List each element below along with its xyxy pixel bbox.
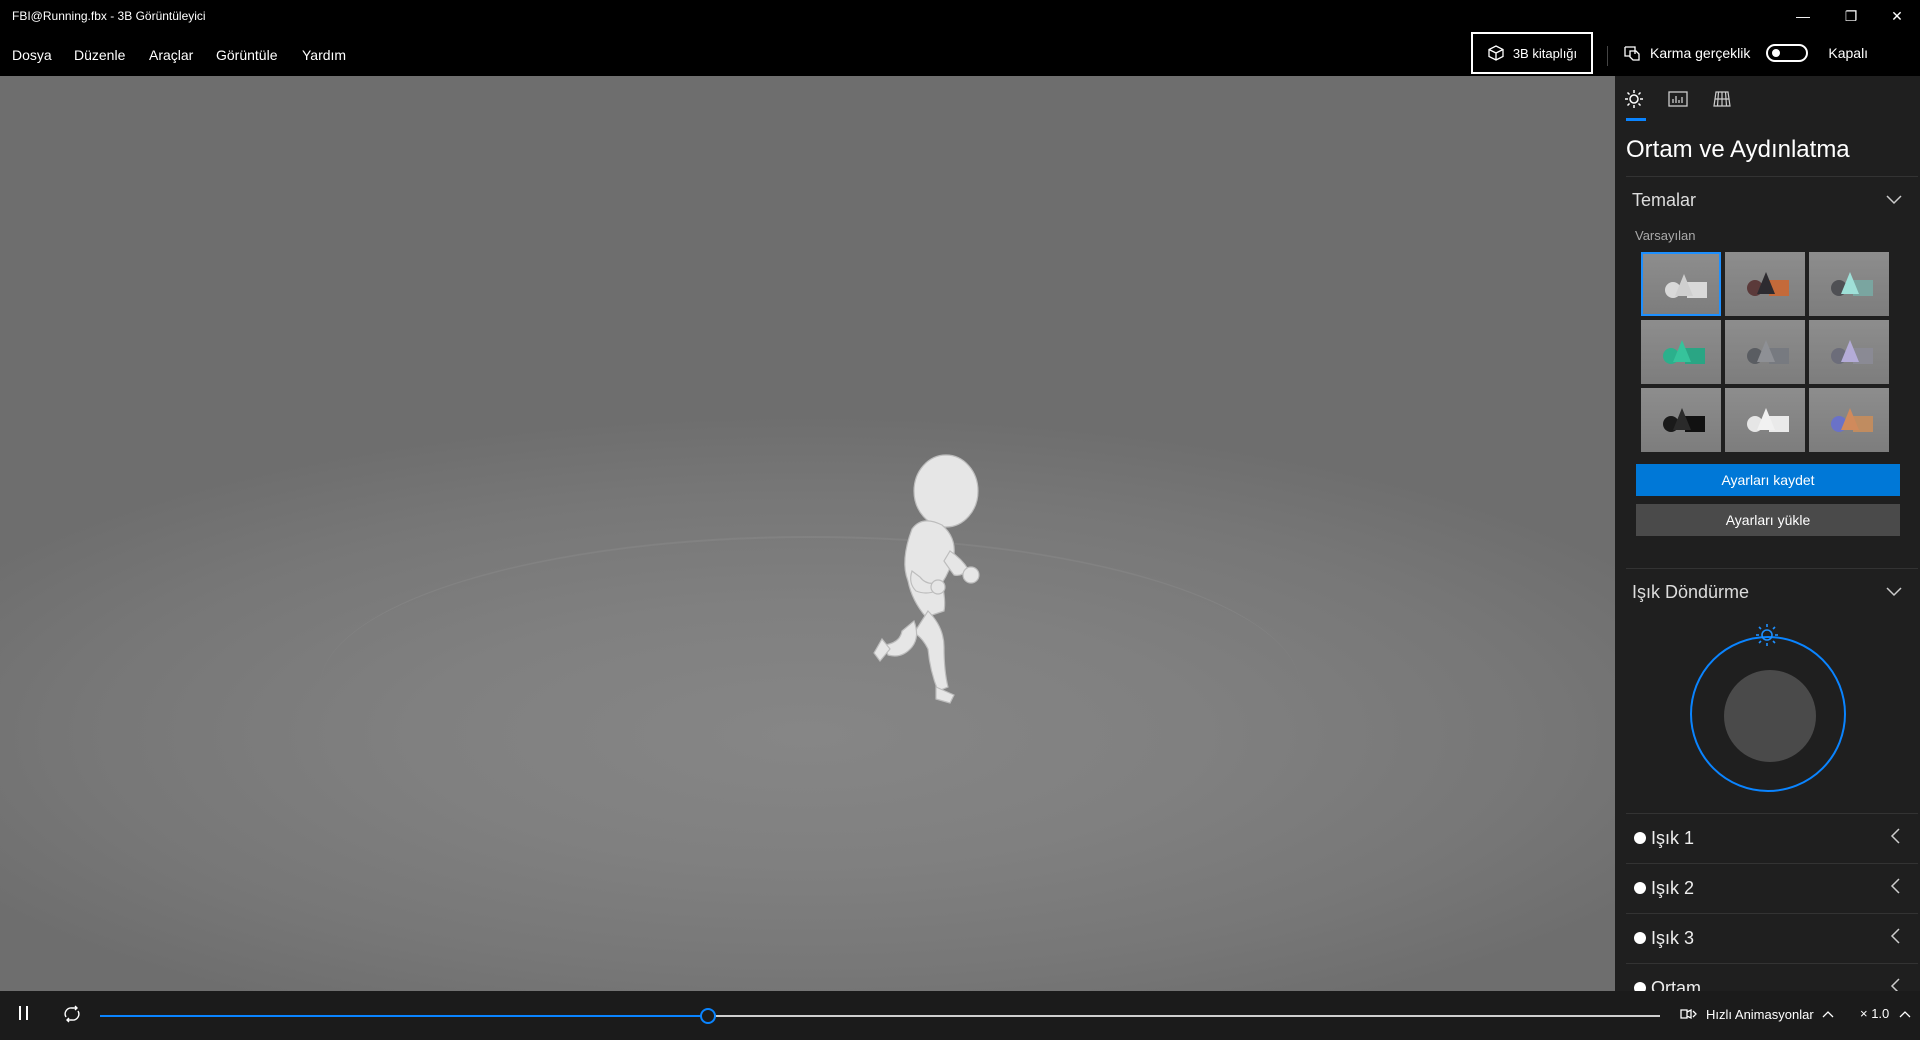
chevron-left-icon bbox=[1890, 878, 1900, 899]
light-3-label: Işık 3 bbox=[1651, 928, 1695, 948]
theme-thumbnail[interactable] bbox=[1809, 320, 1889, 384]
load-settings-button[interactable]: Ayarları yükle bbox=[1636, 504, 1900, 536]
theme-cone bbox=[1841, 272, 1859, 294]
menu-goruntule[interactable]: Görüntüle bbox=[216, 47, 277, 63]
animation-bar: Hızlı Animasyonlar × 1.0 bbox=[0, 991, 1920, 1040]
menu-dosya[interactable]: Dosya bbox=[12, 47, 52, 63]
theme-thumbnail[interactable] bbox=[1809, 252, 1889, 316]
tab-stats[interactable] bbox=[1667, 88, 1689, 110]
light-rotation-title: Işık Döndürme bbox=[1632, 582, 1750, 602]
sun-icon bbox=[1625, 90, 1643, 108]
side-panel: Ortam ve Aydınlatma Temalar Varsayılan A… bbox=[1615, 76, 1920, 991]
running-figure-icon bbox=[1680, 1008, 1697, 1020]
light-handle-sun-icon[interactable] bbox=[1754, 622, 1780, 648]
pause-icon bbox=[19, 1006, 28, 1020]
light-2-label: Işık 2 bbox=[1651, 878, 1695, 898]
theme-thumbnail[interactable] bbox=[1641, 252, 1721, 316]
theme-grid bbox=[1641, 252, 1889, 452]
quick-animations-button[interactable]: Hızlı Animasyonlar bbox=[1678, 1006, 1834, 1022]
ambient-color-dot bbox=[1634, 982, 1646, 991]
active-tab-indicator bbox=[1626, 118, 1646, 121]
tab-environment[interactable] bbox=[1623, 88, 1645, 110]
restore-button[interactable]: ❐ bbox=[1828, 0, 1874, 32]
close-icon: ✕ bbox=[1891, 7, 1903, 24]
menu-separator bbox=[1607, 46, 1608, 66]
divider bbox=[1626, 176, 1918, 177]
light-row-2[interactable]: Işık 2 bbox=[1626, 863, 1918, 914]
minimize-button[interactable]: — bbox=[1780, 0, 1826, 32]
light-row-ambient[interactable]: Ortam bbox=[1626, 963, 1918, 991]
quick-animations-label: Hızlı Animasyonlar bbox=[1706, 1006, 1814, 1022]
loop-button[interactable] bbox=[62, 1005, 82, 1028]
theme-thumbnail[interactable] bbox=[1725, 320, 1805, 384]
theme-cone bbox=[1841, 340, 1859, 362]
menu-araclar[interactable]: Araçlar bbox=[149, 47, 193, 63]
3d-library-label: 3B kitaplığı bbox=[1512, 45, 1578, 61]
chevron-up-icon bbox=[1899, 1011, 1911, 1018]
minimize-icon: — bbox=[1796, 8, 1810, 24]
light-1-label: Işık 1 bbox=[1651, 828, 1695, 848]
theme-thumbnail[interactable] bbox=[1641, 320, 1721, 384]
divider bbox=[1626, 568, 1918, 569]
light-1-color-dot bbox=[1634, 832, 1646, 844]
chevron-up-icon bbox=[1822, 1011, 1834, 1018]
floor-horizon bbox=[320, 536, 1300, 838]
toggle-knob bbox=[1772, 49, 1781, 57]
theme-thumbnail[interactable] bbox=[1725, 388, 1805, 452]
playback-speed-button[interactable]: × 1.0 bbox=[1860, 1006, 1911, 1021]
toggle-state-label: Kapalı bbox=[1828, 45, 1869, 61]
save-settings-button[interactable]: Ayarları kaydet bbox=[1636, 464, 1900, 496]
3d-viewport[interactable] bbox=[0, 76, 1615, 991]
theme-thumbnail[interactable] bbox=[1809, 388, 1889, 452]
light-rotation-sphere bbox=[1724, 670, 1816, 762]
mixed-reality-label: Karma gerçeklik bbox=[1650, 45, 1751, 61]
ambient-label: Ortam bbox=[1651, 978, 1702, 991]
theme-cone bbox=[1675, 274, 1693, 296]
theme-cone bbox=[1757, 408, 1775, 430]
window-title: FBI@Running.fbx - 3B Görüntüleyici bbox=[12, 9, 206, 23]
theme-cone bbox=[1673, 408, 1691, 430]
theme-thumbnail[interactable] bbox=[1641, 388, 1721, 452]
running-character-model bbox=[873, 454, 980, 704]
loop-icon bbox=[64, 1005, 80, 1023]
timeline-progress bbox=[100, 1015, 709, 1017]
chevron-left-icon bbox=[1890, 978, 1900, 991]
cube-icon bbox=[1488, 45, 1504, 61]
panel-tabs bbox=[1623, 88, 1733, 110]
light-3-color-dot bbox=[1634, 932, 1646, 944]
light-2-color-dot bbox=[1634, 882, 1646, 894]
chevron-left-icon bbox=[1890, 828, 1900, 849]
mixed-reality-toggle[interactable] bbox=[1766, 44, 1809, 62]
3d-library-button[interactable]: 3B kitaplığı bbox=[1471, 32, 1593, 74]
pause-button[interactable] bbox=[18, 1005, 30, 1026]
menu-yardim[interactable]: Yardım bbox=[302, 47, 346, 63]
mixed-reality-toggle-group: Karma gerçeklik Kapalı bbox=[1622, 44, 1868, 62]
theme-cone bbox=[1757, 272, 1775, 294]
restore-icon: ❐ bbox=[1844, 7, 1858, 24]
title-bar: FBI@Running.fbx - 3B Görüntüleyici — ❐ ✕ bbox=[0, 0, 1920, 32]
panel-title: Ortam ve Aydınlatma bbox=[1626, 136, 1850, 163]
theme-thumbnail[interactable] bbox=[1725, 252, 1805, 316]
chevron-down-icon bbox=[1886, 192, 1902, 208]
light-row-3[interactable]: Işık 3 bbox=[1626, 913, 1918, 964]
chevron-left-icon bbox=[1890, 928, 1900, 949]
themes-subtitle: Varsayılan bbox=[1635, 228, 1696, 243]
tab-grid[interactable] bbox=[1711, 88, 1733, 110]
themes-title: Temalar bbox=[1632, 190, 1697, 210]
stats-icon bbox=[1668, 91, 1688, 107]
grid-icon bbox=[1713, 91, 1731, 107]
theme-cone bbox=[1841, 408, 1859, 430]
mixed-reality-icon bbox=[1624, 46, 1640, 61]
timeline-scrubber[interactable] bbox=[700, 1008, 717, 1024]
playback-speed-label: × 1.0 bbox=[1860, 1006, 1890, 1021]
theme-cone bbox=[1757, 340, 1775, 362]
menu-duzenle[interactable]: Düzenle bbox=[74, 47, 125, 63]
theme-cone bbox=[1673, 340, 1691, 362]
chevron-down-icon bbox=[1886, 584, 1902, 600]
close-button[interactable]: ✕ bbox=[1874, 0, 1920, 32]
light-row-1[interactable]: Işık 1 bbox=[1626, 813, 1918, 864]
